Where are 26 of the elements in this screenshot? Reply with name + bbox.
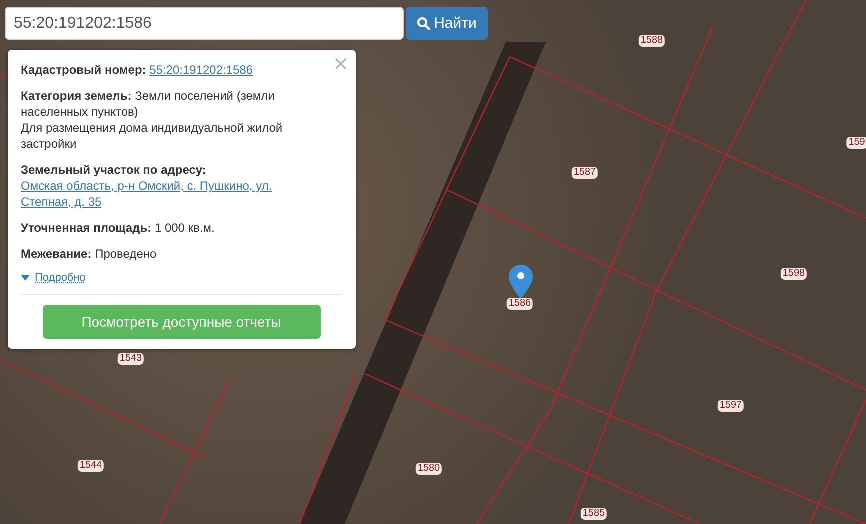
field-text: Уточненная площадь: 1 000 кв.м. [21, 220, 216, 236]
field-note: Для размещения дома индивидуальной жилой застройки [21, 120, 284, 152]
field-link[interactable]: Омская область, р-н Омский, с. Пушкино, ул. Степная, д. 35 [21, 178, 316, 210]
close-icon[interactable] [335, 58, 347, 70]
field-text: Межевание: Проведено [21, 246, 158, 262]
parcel-number-label: 1580 [416, 463, 442, 475]
search-icon [417, 17, 430, 30]
parcel-number-label: 1544 [78, 460, 104, 472]
parcel-number-label: 159 [846, 137, 866, 149]
search-field[interactable]: 55:20:191202:1586 [5, 7, 404, 40]
field-text: Категория земель: Земли поселений (земли населенных пунктов) [21, 88, 276, 120]
parcel-number-label: 1543 [118, 353, 144, 365]
parcel-number-label: 1586 [506, 298, 534, 310]
search-button[interactable]: Найти [406, 7, 488, 40]
details-link[interactable]: Подробно [35, 272, 86, 284]
parcel-number-label: 1585 [580, 508, 608, 520]
field-label: Земельный участок по адресу: [21, 163, 206, 177]
caret-down-icon [21, 275, 30, 281]
parcel-number-label: 1587 [572, 167, 598, 179]
parcel-number-label: 1597 [718, 400, 744, 412]
map-pin-icon [509, 265, 533, 299]
field-link[interactable]: 55:20:191202:1586 [150, 63, 254, 77]
view-reports-button[interactable]: Посмотреть доступные отчеты [42, 305, 320, 339]
parcel-number-label: 1598 [780, 268, 808, 280]
parcel-number-label: 1588 [638, 35, 666, 47]
field-label: Кадастровый номер: [21, 63, 146, 77]
